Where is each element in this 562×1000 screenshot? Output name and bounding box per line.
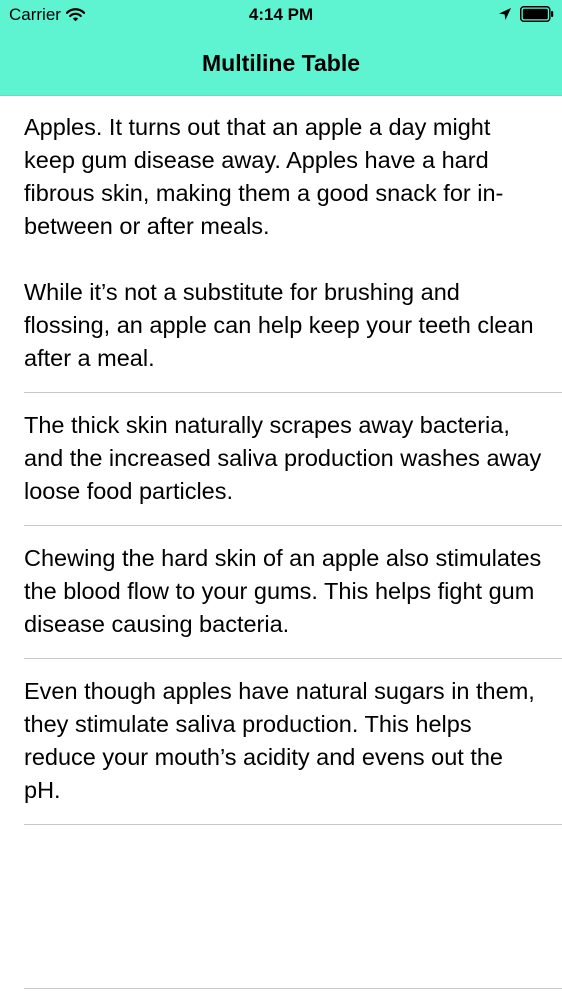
table-row[interactable]: Apples. It turns out that an apple a day… — [24, 96, 562, 393]
navigation-header: Carrier 4:14 PM Multiline Table — [0, 0, 562, 96]
location-arrow-icon — [498, 7, 512, 21]
table-row[interactable]: The thick skin naturally scrapes away ba… — [24, 393, 562, 526]
screen: Carrier 4:14 PM Multiline Table Apples. … — [0, 0, 562, 1000]
status-time: 4:14 PM — [248, 5, 314, 24]
empty-table-row — [24, 825, 562, 989]
table-row[interactable]: Even though apples have natural sugars i… — [24, 659, 562, 825]
table-row[interactable]: Chewing the hard skin of an apple also s… — [24, 526, 562, 659]
multiline-table[interactable]: Apples. It turns out that an apple a day… — [0, 96, 562, 989]
battery-icon — [520, 6, 554, 22]
page-title: Multiline Table — [201, 50, 361, 76]
status-icons — [498, 6, 554, 22]
status-bar: Carrier 4:14 PM — [0, 0, 562, 30]
